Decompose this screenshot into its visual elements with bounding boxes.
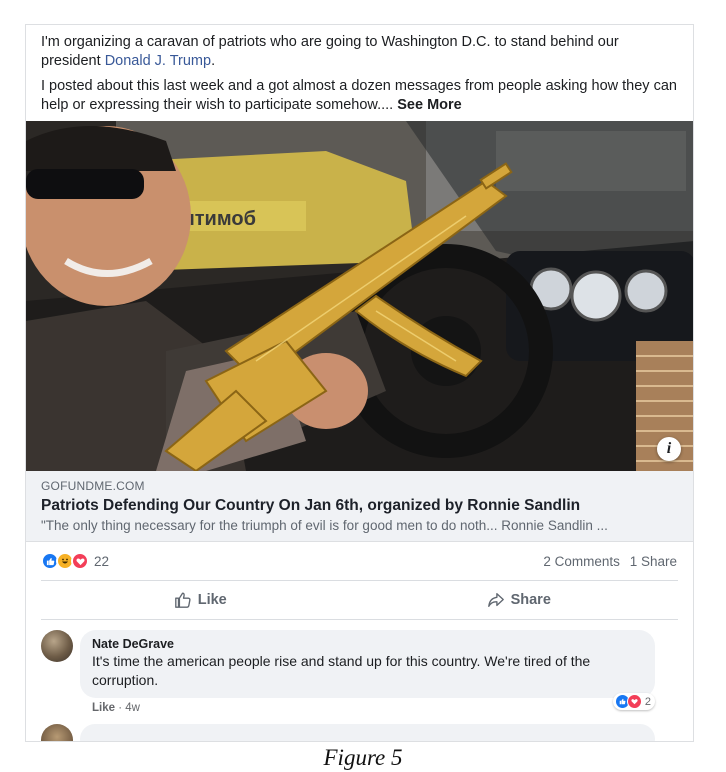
share-button-label: Share (510, 592, 551, 608)
shares-count[interactable]: 1 Share (630, 554, 677, 569)
next-comment (26, 714, 693, 741)
reaction-count: 22 (94, 553, 110, 569)
link-preview[interactable]: GOFUNDME.COM Patriots Defending Our Coun… (26, 471, 693, 542)
comment-body: Nate DeGrave It's time the american peop… (80, 630, 655, 714)
comment-meta: Like · 4w (92, 702, 655, 714)
figure-caption: Figure 5 (323, 745, 403, 770)
comments-count[interactable]: 2 Comments (543, 554, 620, 569)
info-icon[interactable]: i (657, 437, 681, 461)
link-domain: GOFUNDME.COM (41, 479, 145, 493)
see-more-link[interactable]: See More (397, 97, 461, 113)
facebook-post-card: I'm organizing a caravan of patriots who… (25, 24, 694, 742)
post-paragraph-2: I posted about this last week and a got … (41, 77, 679, 115)
comment-bubble: Nate DeGrave It's time the american peop… (80, 630, 655, 710)
comment-time[interactable]: 4w (125, 702, 140, 714)
post-stats: 22 2 Comments 1 Share (26, 542, 693, 580)
stats-right: 2 Comments 1 Share (537, 554, 677, 569)
post-paragraph-1-end: . (211, 53, 216, 69)
meta-separator: · (115, 702, 126, 714)
comment-bubble (80, 724, 655, 741)
comment-text: It's time the american people rise and s… (92, 653, 591, 688)
link-description: "The only thing necessary for the triump… (41, 518, 608, 533)
reaction-summary[interactable]: 22 (41, 552, 109, 570)
post-paragraph-2-text: I posted about this last week and a got … (41, 78, 677, 113)
thumbs-up-icon (174, 592, 191, 608)
love-reaction-icon (626, 694, 642, 709)
post-photo[interactable]: Ситимоб i (26, 121, 693, 471)
like-button-label: Like (197, 592, 227, 608)
link-title[interactable]: Patriots Defending Our Country On Jan 6t… (41, 497, 679, 515)
love-reaction-icon (71, 552, 89, 570)
share-button[interactable]: Share (360, 581, 679, 619)
comment: Nate DeGrave It's time the american peop… (26, 620, 693, 714)
mention-link[interactable]: Donald J. Trump (105, 53, 211, 69)
share-arrow-icon (487, 593, 504, 607)
comment-reaction-count: 2 (644, 695, 651, 708)
comment-author[interactable]: Nate DeGrave (92, 637, 643, 651)
avatar[interactable] (41, 724, 73, 741)
photo-illustration: Ситимоб (26, 121, 693, 471)
avatar[interactable] (41, 630, 73, 662)
post-actions: Like Share (41, 580, 678, 620)
post-text: I'm organizing a caravan of patriots who… (26, 25, 693, 115)
comment-reactions[interactable]: 2 (612, 693, 655, 710)
like-button[interactable]: Like (41, 581, 360, 619)
post-paragraph-1: I'm organizing a caravan of patriots who… (41, 33, 679, 71)
comment-like-link[interactable]: Like (92, 702, 115, 714)
